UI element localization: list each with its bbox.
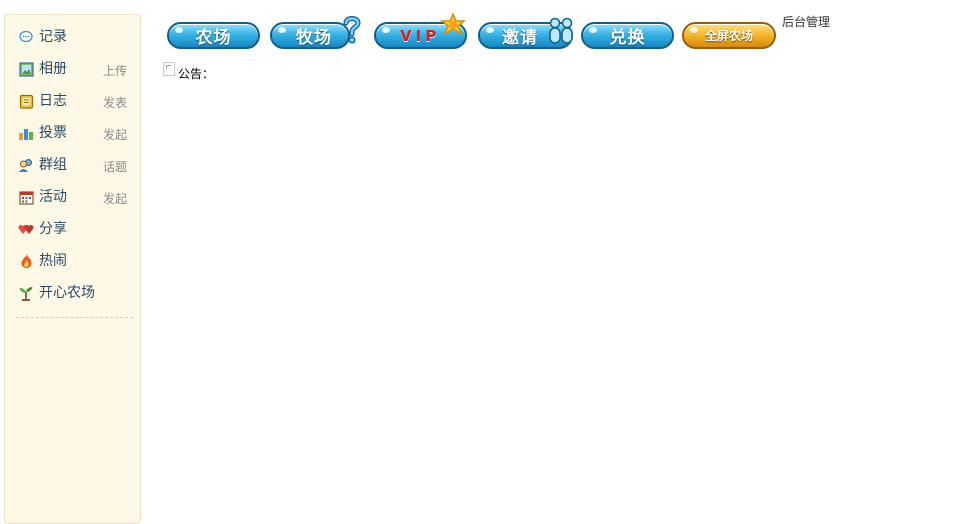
upload-link[interactable]: 上传 xyxy=(103,57,127,85)
sidebar-item-album[interactable]: 相册 上传 xyxy=(5,55,140,87)
fullscreen-farm-button[interactable]: 全屏农场 xyxy=(682,22,776,49)
sidebar-item-blog[interactable]: 日志 发表 xyxy=(5,87,140,119)
sidebar: 记录 相册 上传 日志 发表 投票 发起 群组 话题 活动 发起 分享 热闹 开… xyxy=(4,14,141,524)
publish-link[interactable]: 发表 xyxy=(103,89,127,117)
admin-link[interactable]: 后台管理 xyxy=(782,13,830,30)
sidebar-item-farm[interactable]: 开心农场 xyxy=(5,279,140,311)
exchange-button-label: 兑换 xyxy=(609,28,646,48)
people-pair-icon xyxy=(549,17,573,44)
sidebar-item-record[interactable]: 记录 xyxy=(5,23,140,55)
hearts-icon xyxy=(18,221,34,237)
sidebar-item-hot[interactable]: 热闹 xyxy=(5,247,140,279)
ranch-button-label: 牧场 xyxy=(296,28,332,48)
calendar-icon xyxy=(18,189,34,205)
vip-button-label: VIP xyxy=(400,26,441,45)
sidebar-item-label[interactable]: 记录 xyxy=(39,23,67,51)
photo-frame-icon xyxy=(18,61,34,77)
sidebar-item-event[interactable]: 活动 发起 xyxy=(5,183,140,215)
announcement: 公告： xyxy=(163,62,214,82)
sidebar-item-label[interactable]: 开心农场 xyxy=(39,279,95,307)
fire-icon xyxy=(18,253,34,269)
speech-bubble-icon xyxy=(18,29,34,45)
sidebar-item-label[interactable]: 群组 xyxy=(39,151,67,179)
people-icon xyxy=(18,157,34,173)
question-mark-icon xyxy=(343,16,361,44)
vip-badge-icon xyxy=(439,12,467,36)
sidebar-divider xyxy=(16,317,133,318)
sidebar-item-share[interactable]: 分享 xyxy=(5,215,140,247)
notepad-icon xyxy=(18,93,34,109)
farm-button[interactable]: 农场 xyxy=(167,22,260,49)
exchange-button[interactable]: 兑换 xyxy=(581,22,674,49)
topic-link[interactable]: 话题 xyxy=(103,153,127,181)
broken-image-icon xyxy=(163,62,175,76)
sidebar-item-label[interactable]: 日志 xyxy=(39,87,67,115)
invite-button-label: 邀请 xyxy=(502,28,538,48)
start-event-link[interactable]: 发起 xyxy=(103,185,127,213)
fullscreen-farm-button-label: 全屏农场 xyxy=(704,29,753,43)
sidebar-item-label[interactable]: 热闹 xyxy=(39,247,67,275)
bar-chart-icon xyxy=(18,125,34,141)
sidebar-item-label[interactable]: 分享 xyxy=(39,215,67,243)
start-poll-link[interactable]: 发起 xyxy=(103,121,127,149)
sidebar-menu: 记录 相册 上传 日志 发表 投票 发起 群组 话题 活动 发起 分享 热闹 开… xyxy=(5,15,140,311)
sidebar-item-poll[interactable]: 投票 发起 xyxy=(5,119,140,151)
farm-button-label: 农场 xyxy=(195,28,232,48)
sidebar-item-label[interactable]: 投票 xyxy=(39,119,67,147)
sidebar-item-label[interactable]: 活动 xyxy=(39,183,67,211)
sidebar-item-label[interactable]: 相册 xyxy=(39,55,67,83)
ranch-button[interactable]: 牧场 xyxy=(270,22,350,49)
announcement-label: 公告： xyxy=(178,67,215,81)
sidebar-item-group[interactable]: 群组 话题 xyxy=(5,151,140,183)
sprout-icon xyxy=(18,285,34,301)
